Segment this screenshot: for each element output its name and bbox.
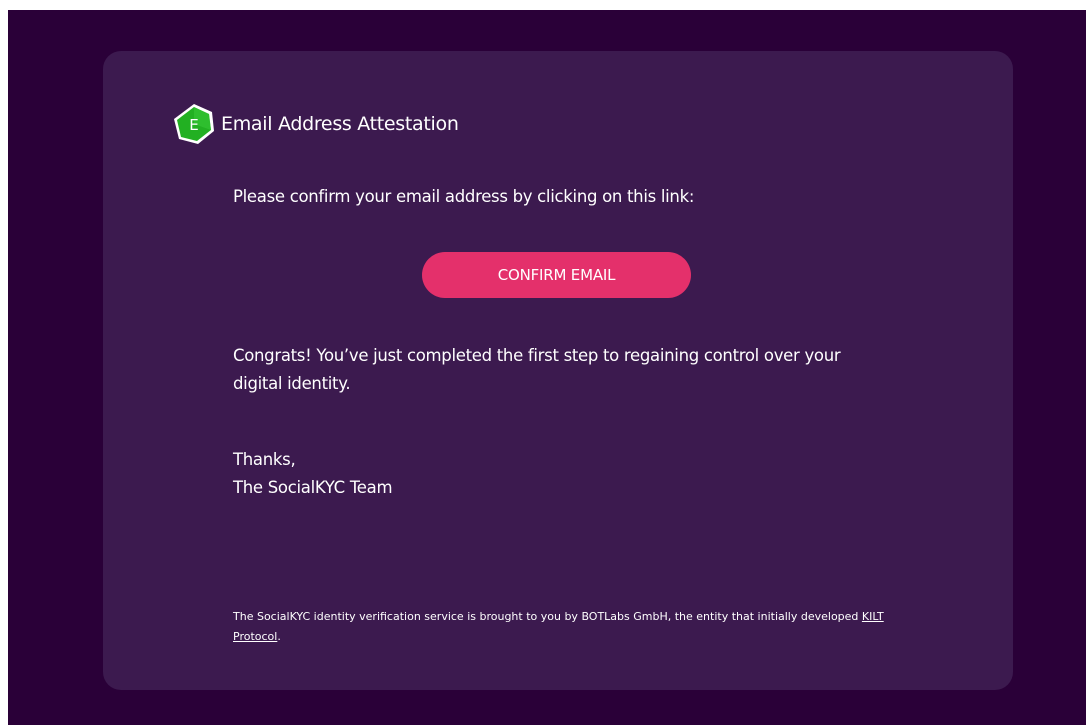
footer-text: The SocialKYC identity verification serv… — [233, 607, 893, 647]
email-viewport: E Email Address Attestation Please confi… — [8, 10, 1086, 725]
logo-letter: E — [189, 116, 198, 134]
team-signature: The SocialKYC Team — [233, 478, 393, 497]
intro-text: Please confirm your email address by cli… — [233, 187, 695, 206]
email-header: E Email Address Attestation — [173, 103, 459, 145]
email-title: Email Address Attestation — [221, 113, 459, 135]
signoff: Thanks, The SocialKYC Team — [233, 446, 393, 502]
footer-text-before-link: The SocialKYC identity verification serv… — [233, 610, 862, 623]
confirm-email-button[interactable]: CONFIRM EMAIL — [422, 252, 691, 298]
congrats-text: Congrats! You’ve just completed the firs… — [233, 346, 841, 393]
email-attestation-hexagon-icon: E — [174, 104, 214, 144]
footer-text-after-link: . — [277, 630, 281, 643]
thanks-text: Thanks, — [233, 450, 296, 469]
email-card: E Email Address Attestation Please confi… — [103, 51, 1013, 690]
